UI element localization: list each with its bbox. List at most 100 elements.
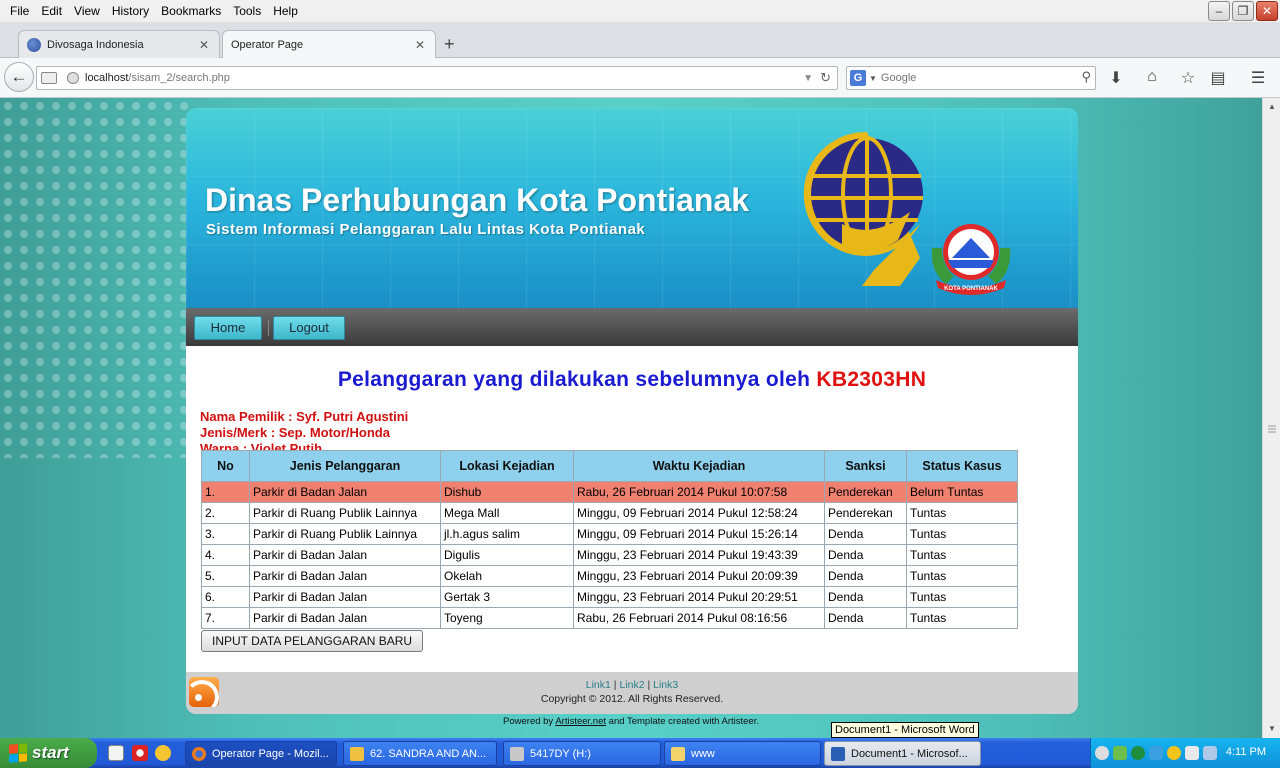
tray-app2-icon[interactable] [1167, 746, 1181, 760]
notepad-quicklaunch-icon[interactable] [108, 745, 124, 761]
tray-utorrent-icon[interactable] [1131, 746, 1145, 760]
menu-file[interactable]: File [4, 4, 35, 18]
start-label: start [32, 743, 69, 762]
menu-history[interactable]: History [106, 4, 155, 18]
copyright-text: Copyright © 2012. All Rights Reserved. [540, 693, 724, 705]
maximize-button[interactable]: ❐ [1232, 1, 1254, 21]
url-bar[interactable]: localhost/sisam_2/search.php ▼ ↻ [36, 66, 838, 90]
url-path: /sisam_2/search.php [128, 72, 230, 84]
tray-app3-icon[interactable] [1185, 746, 1199, 760]
footer-link-2[interactable]: Link2 [619, 679, 644, 691]
footer-link-1[interactable]: Link1 [586, 679, 611, 691]
cell-status: Tuntas [906, 565, 1018, 587]
media-quicklaunch-icon[interactable] [132, 745, 148, 761]
window-controls: – ❐ ✕ [1208, 1, 1278, 21]
table-row: 4. Parkir di Badan Jalan Digulis Minggu,… [201, 544, 1018, 566]
close-tab-icon[interactable]: ✕ [415, 38, 427, 52]
cell-jenis: Parkir di Badan Jalan [249, 544, 441, 566]
taskbar-tooltip: Document1 - Microsoft Word [831, 722, 979, 738]
search-bar[interactable]: G ▼ ⚲ [846, 66, 1096, 90]
menu-tools[interactable]: Tools [227, 4, 267, 18]
menu-edit[interactable]: Edit [35, 4, 68, 18]
plate-number: KB2303HN [816, 368, 927, 391]
search-engine-dropdown-icon[interactable]: ▼ [869, 74, 877, 83]
start-button[interactable]: start [0, 738, 97, 768]
nav-separator [268, 320, 269, 336]
task-www-folder[interactable]: www [664, 741, 821, 766]
cell-status: Belum Tuntas [906, 481, 1018, 503]
artisteer-link[interactable]: Artisteer.net [555, 716, 606, 727]
cell-lokasi: Dishub [440, 481, 574, 503]
cell-status: Tuntas [906, 523, 1018, 545]
menu-bookmarks[interactable]: Bookmarks [155, 4, 227, 18]
google-icon[interactable]: G [850, 70, 866, 86]
menu-view[interactable]: View [68, 4, 106, 18]
home-icon[interactable]: ⌂ [1142, 68, 1162, 86]
nav-home-button[interactable]: Home [194, 316, 262, 340]
cell-sanksi: Denda [824, 586, 907, 608]
vertical-scrollbar[interactable]: ▲ ▼ [1262, 98, 1280, 738]
menu-help[interactable]: Help [267, 4, 304, 18]
dishub-globe-logo-icon [803, 131, 923, 286]
cell-jenis: Parkir di Badan Jalan [249, 481, 441, 503]
cell-no: 1. [201, 481, 250, 503]
folder-icon [671, 746, 685, 761]
site-identity-icon[interactable] [67, 72, 79, 84]
table-row: 3. Parkir di Ruang Publik Lainnya jl.h.a… [201, 523, 1018, 545]
nav-logout-button[interactable]: Logout [273, 316, 345, 340]
back-button[interactable]: ← [4, 62, 34, 92]
cell-jenis: Parkir di Badan Jalan [249, 586, 441, 608]
scroll-up-icon[interactable]: ▲ [1265, 100, 1279, 114]
messenger-quicklaunch-icon[interactable] [155, 745, 171, 761]
tray-app-icon[interactable] [1149, 746, 1163, 760]
task-firefox[interactable]: Operator Page - Mozil... [185, 741, 337, 766]
cell-jenis: Parkir di Ruang Publik Lainnya [249, 523, 441, 545]
hamburger-menu-icon[interactable]: ☰ [1248, 68, 1268, 88]
word-icon [831, 746, 845, 761]
input-new-violation-button[interactable]: INPUT DATA PELANGGARAN BARU [201, 630, 424, 652]
tray-volume-icon[interactable] [1203, 746, 1217, 760]
cell-no: 7. [201, 607, 250, 629]
task-word[interactable]: Document1 - Microsof... [824, 741, 981, 766]
download-icon[interactable]: ⬇ [1106, 68, 1126, 88]
bookmark-star-icon[interactable]: ☆ [1178, 68, 1198, 88]
cell-sanksi: Penderekan [824, 502, 907, 524]
cell-lokasi: Okelah [440, 565, 574, 587]
close-tab-icon[interactable]: ✕ [199, 38, 211, 52]
vehicle-type: Jenis/Merk : Sep. Motor/Honda [200, 425, 390, 440]
cell-waktu: Rabu, 26 Februari 2014 Pukul 10:07:58 [573, 481, 825, 503]
search-input[interactable] [880, 72, 1071, 84]
cell-waktu: Minggu, 09 Februari 2014 Pukul 15:26:14 [573, 523, 825, 545]
col-sanksi: Sanksi [824, 450, 907, 482]
cell-status: Tuntas [906, 502, 1018, 524]
new-tab-button[interactable]: + [444, 34, 455, 55]
windows-taskbar: start Operator Page - Mozil... 62. SANDR… [0, 738, 1280, 768]
cell-jenis: Parkir di Badan Jalan [249, 565, 441, 587]
windows-logo-icon [9, 743, 27, 763]
url-dropdown-icon[interactable]: ▼ [803, 73, 813, 84]
table-header-row: No Jenis Pelanggaran Lokasi Kejadian Wak… [201, 450, 1018, 482]
task-drive[interactable]: 5417DY (H:) [503, 741, 661, 766]
task-sandra[interactable]: 62. SANDRA AND AN... [343, 741, 497, 766]
tray-network-icon[interactable] [1113, 746, 1127, 760]
close-window-button[interactable]: ✕ [1256, 1, 1278, 21]
cell-no: 3. [201, 523, 250, 545]
footer-sep: | [613, 679, 617, 691]
url-text[interactable]: localhost/sisam_2/search.php [85, 72, 230, 84]
table-row: 6. Parkir di Badan Jalan Gertak 3 Minggu… [201, 586, 1018, 608]
violations-table: No Jenis Pelanggaran Lokasi Kejadian Wak… [201, 450, 1018, 629]
scroll-down-icon[interactable]: ▼ [1265, 722, 1279, 736]
bookmarks-list-icon[interactable]: ▤ [1208, 68, 1228, 88]
minimize-button[interactable]: – [1208, 1, 1230, 21]
reload-icon[interactable]: ↻ [820, 70, 831, 86]
history-icon[interactable] [41, 72, 57, 84]
search-icon[interactable]: ⚲ [1081, 69, 1091, 85]
tray-expand-icon[interactable] [1095, 746, 1109, 760]
footer-link-3[interactable]: Link3 [653, 679, 678, 691]
cell-sanksi: Penderekan [824, 481, 907, 503]
tab-divosaga[interactable]: Divosaga Indonesia ✕ [18, 30, 220, 58]
cell-lokasi: Gertak 3 [440, 586, 574, 608]
tab-operator-page[interactable]: Operator Page ✕ [222, 30, 436, 58]
table-row: 2. Parkir di Ruang Publik Lainnya Mega M… [201, 502, 1018, 524]
scroll-thumb[interactable] [1266, 420, 1278, 438]
